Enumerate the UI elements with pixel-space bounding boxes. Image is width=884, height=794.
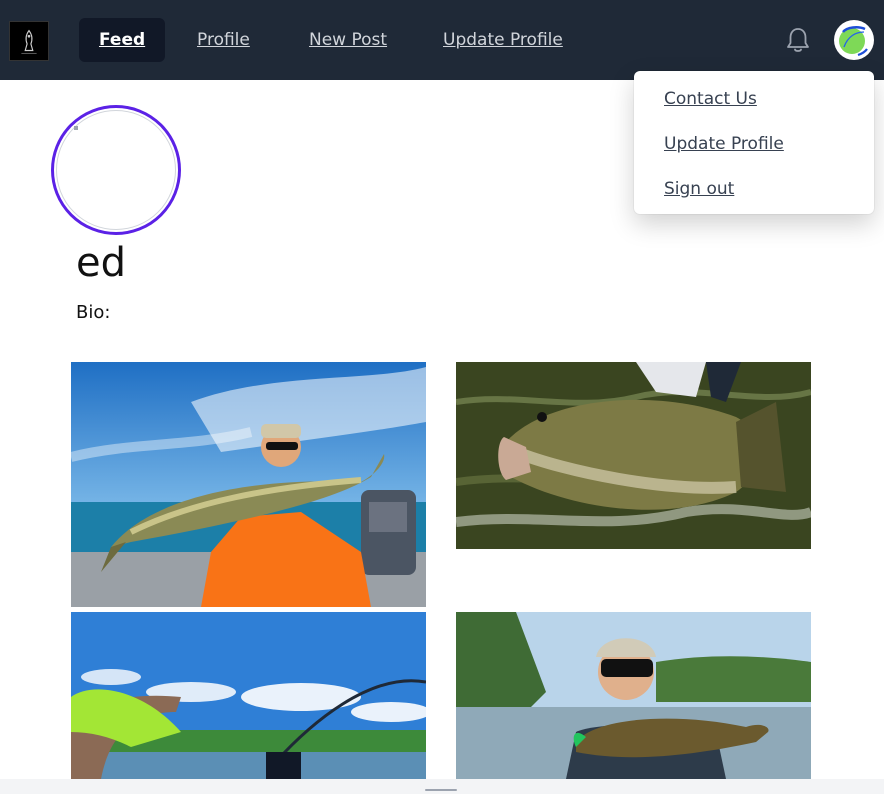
app-logo-icon[interactable] (9, 21, 49, 61)
menu-item-update-profile[interactable]: Update Profile (664, 134, 784, 154)
user-menu-dropdown: Contact Us Update Profile Sign out (634, 71, 874, 214)
bell-icon[interactable] (784, 25, 812, 55)
nav-new-post-tab[interactable]: New Post (289, 18, 407, 62)
top-navbar: Feed Profile New Post Update Profile (0, 0, 884, 80)
post-image[interactable] (71, 362, 426, 607)
profile-avatar (51, 105, 181, 235)
menu-item-contact-us[interactable]: Contact Us (664, 89, 757, 109)
post-image[interactable] (71, 612, 426, 779)
profile-username: ed (76, 240, 126, 286)
post-image[interactable] (456, 362, 811, 549)
profile-bio-label: Bio: (76, 302, 111, 323)
nav-feed-tab[interactable]: Feed (79, 18, 166, 62)
broken-image-icon (74, 126, 78, 130)
scrollbar-thumb[interactable] (425, 789, 457, 791)
nav-update-profile-tab[interactable]: Update Profile (423, 18, 583, 62)
nav-profile-tab[interactable]: Profile (177, 18, 270, 62)
user-avatar-button[interactable] (834, 20, 874, 60)
horizontal-scrollbar[interactable] (0, 779, 884, 794)
post-image[interactable] (456, 612, 811, 779)
menu-item-sign-out[interactable]: Sign out (664, 179, 734, 199)
